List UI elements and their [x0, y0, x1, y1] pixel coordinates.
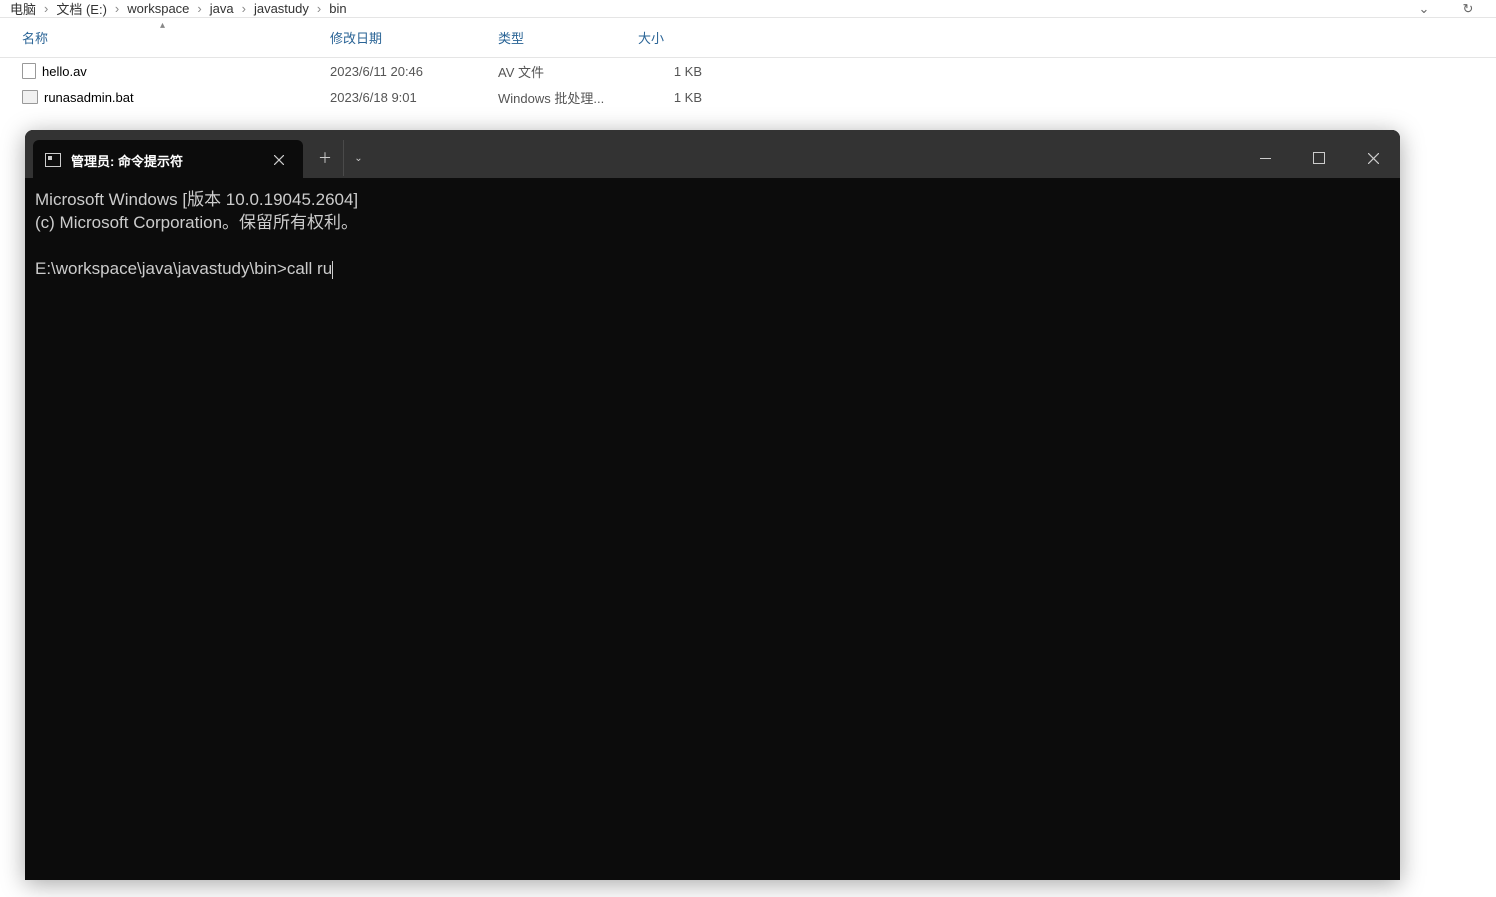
breadcrumb-item-drive[interactable]: 文档 (E:) [52, 0, 111, 18]
file-name: hello.av [42, 64, 87, 79]
chevron-right-icon: › [111, 1, 123, 16]
breadcrumb: 电脑 › 文档 (E:) › workspace › java › javast… [0, 0, 1496, 18]
chevron-right-icon: › [238, 1, 250, 16]
column-header-size[interactable]: 大小 [638, 28, 718, 47]
file-name: runasadmin.bat [44, 90, 134, 105]
breadcrumb-item-java[interactable]: java [206, 1, 238, 16]
sort-ascending-icon: ▴ [160, 20, 165, 31]
column-header-date[interactable]: 修改日期 [330, 28, 498, 47]
file-list-header: 名称 ▴ 修改日期 类型 大小 [0, 18, 1496, 58]
terminal-output[interactable]: Microsoft Windows [版本 10.0.19045.2604] (… [25, 178, 1400, 280]
file-size: 1 KB [638, 90, 718, 105]
cursor-icon [332, 261, 333, 279]
new-tab-button[interactable]: ＋ [307, 140, 343, 176]
tab-dropdown-button[interactable]: ⌄ [343, 140, 373, 176]
close-button[interactable] [1346, 138, 1400, 178]
file-type: Windows 批处理... [498, 88, 638, 107]
file-icon [22, 63, 36, 79]
breadcrumb-item-bin[interactable]: bin [325, 1, 350, 16]
tab-close-button[interactable] [267, 148, 291, 172]
cmd-icon [45, 153, 61, 167]
chevron-right-icon: › [313, 1, 325, 16]
chevron-right-icon: › [193, 1, 205, 16]
batch-file-icon [22, 90, 38, 104]
terminal-line: Microsoft Windows [版本 10.0.19045.2604] [35, 190, 358, 209]
terminal-titlebar[interactable]: 管理员: 命令提示符 ＋ ⌄ [25, 130, 1400, 178]
file-row[interactable]: runasadmin.bat 2023/6/18 9:01 Windows 批处… [0, 84, 1496, 110]
terminal-line: (c) Microsoft Corporation。保留所有权利。 [35, 213, 358, 232]
file-list: hello.av 2023/6/11 20:46 AV 文件 1 KB runa… [0, 58, 1496, 110]
breadcrumb-item-workspace[interactable]: workspace [123, 1, 193, 16]
file-type: AV 文件 [498, 62, 638, 81]
dropdown-button[interactable]: ⌄ [1408, 1, 1440, 17]
breadcrumb-item-computer[interactable]: 电脑 [6, 0, 40, 18]
file-date: 2023/6/18 9:01 [330, 90, 498, 105]
terminal-tab[interactable]: 管理员: 命令提示符 [33, 140, 303, 180]
file-date: 2023/6/11 20:46 [330, 64, 498, 79]
column-header-name-label: 名称 [22, 31, 48, 46]
minimize-button[interactable] [1238, 138, 1292, 178]
column-header-type[interactable]: 类型 [498, 28, 638, 47]
refresh-button[interactable]: ↻ [1452, 1, 1484, 17]
tab-title: 管理员: 命令提示符 [71, 151, 257, 170]
terminal-prompt: E:\workspace\java\javastudy\bin>call ru [35, 259, 332, 278]
file-size: 1 KB [638, 64, 718, 79]
terminal-window: 管理员: 命令提示符 ＋ ⌄ Microsoft Windows [版本 10.… [25, 130, 1400, 880]
chevron-right-icon: › [40, 1, 52, 16]
maximize-button[interactable] [1292, 138, 1346, 178]
file-row[interactable]: hello.av 2023/6/11 20:46 AV 文件 1 KB [0, 58, 1496, 84]
breadcrumb-item-javastudy[interactable]: javastudy [250, 1, 313, 16]
column-header-name[interactable]: 名称 ▴ [0, 28, 330, 47]
